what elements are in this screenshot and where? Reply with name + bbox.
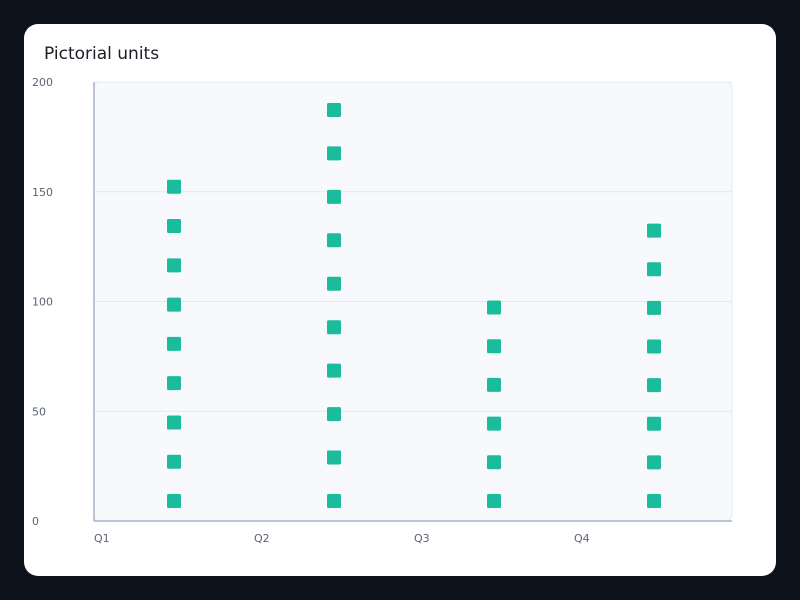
unit-marker-q4 [647,339,661,354]
unit-marker-q3 [487,416,501,431]
x-tick-label: Q2 [254,532,270,545]
x-tick-label: Q1 [94,532,110,545]
unit-marker-q4 [647,455,661,470]
unit-marker-q2 [327,320,341,335]
unit-marker-q3 [487,377,501,392]
unit-marker-q1 [167,376,181,391]
y-tick-label: 0 [32,515,39,528]
unit-marker-q1 [167,494,181,508]
unit-marker-q4 [647,416,661,431]
unit-marker-q3 [487,494,501,508]
unit-marker-q2 [327,407,341,422]
unit-marker-q2 [327,102,341,117]
unit-marker-q2 [327,276,341,291]
unit-marker-q3 [487,455,501,470]
y-tick-label: 100 [32,296,53,309]
unit-marker-q1 [167,454,181,469]
y-tick-label: 50 [32,405,46,418]
unit-marker-q2 [327,494,341,508]
unit-marker-q2 [327,233,341,248]
unit-marker-q4 [647,494,661,508]
unit-marker-q4 [647,300,661,315]
unit-marker-q1 [167,415,181,430]
unit-marker-q2 [327,450,341,465]
unit-marker-q1 [167,258,181,273]
unit-marker-q2 [327,146,341,161]
unit-marker-q3 [487,300,501,315]
x-tick-label: Q3 [414,532,430,545]
unit-marker-q1 [167,219,181,234]
unit-marker-q1 [167,336,181,351]
unit-marker-q2 [327,189,341,204]
unit-marker-q4 [647,223,661,238]
unit-marker-q1 [167,297,181,312]
unit-marker-q3 [487,339,501,354]
y-tick-label: 200 [32,76,53,89]
unit-marker-q2 [327,363,341,378]
pictorial-chart: 0 50 100 150 200 Q1 Q2 Q3 Q4 [32,76,733,545]
unit-marker-q4 [647,262,661,277]
unit-marker-q1 [167,179,181,194]
chart-card: Pictorial units 0 50 100 150 200 Q1 Q2 Q3 Q4 [24,24,776,576]
y-tick-label: 150 [32,186,53,199]
unit-marker-q4 [647,378,661,393]
x-tick-label: Q4 [574,532,590,545]
